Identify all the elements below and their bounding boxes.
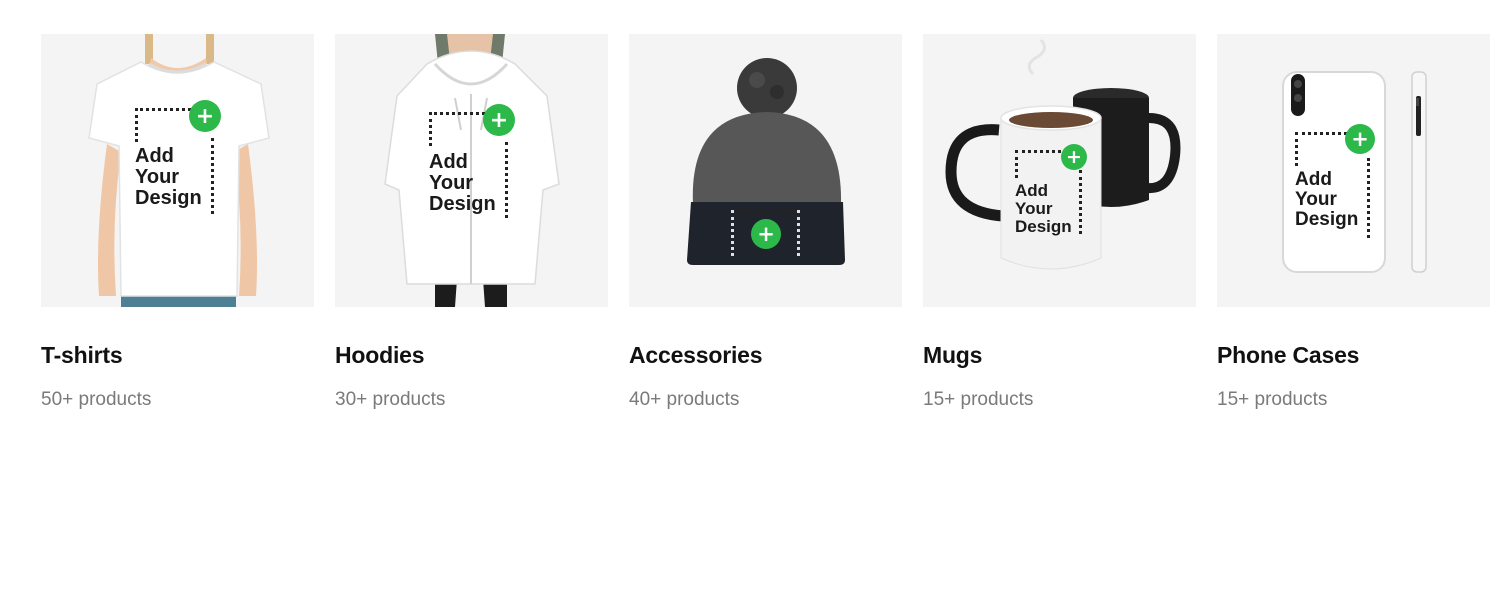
add-your-design-label: Add Your Design bbox=[429, 151, 496, 216]
hoodie-image[interactable]: Add Your Design + bbox=[335, 34, 608, 307]
category-card-mugs[interactable]: Add Your Design + Mugs 15+ products bbox=[923, 34, 1196, 411]
category-title[interactable]: Hoodies bbox=[335, 342, 608, 369]
print-area-top-border bbox=[731, 210, 799, 213]
add-design-area[interactable]: Add Your Design + bbox=[1295, 124, 1381, 244]
print-area-left-border bbox=[1015, 150, 1018, 178]
add-design-plus-icon[interactable]: + bbox=[751, 219, 781, 249]
print-area-left-border bbox=[135, 108, 138, 142]
category-product-count: 50+ products bbox=[41, 389, 152, 410]
category-product-count: 30+ products bbox=[335, 389, 446, 410]
mug-image[interactable]: Add Your Design + bbox=[923, 34, 1196, 307]
print-area-right-border bbox=[505, 142, 508, 218]
print-area-top-border bbox=[429, 112, 491, 115]
print-area-left-border bbox=[429, 112, 432, 146]
category-product-count: 15+ products bbox=[923, 389, 1034, 410]
add-design-plus-icon[interactable]: + bbox=[483, 104, 515, 136]
print-area-top-border bbox=[135, 108, 197, 111]
add-design-area[interactable]: Add Your Design + bbox=[1015, 142, 1095, 242]
category-title[interactable]: T-shirts bbox=[41, 342, 314, 369]
phone-case-image[interactable]: Add Your Design + bbox=[1217, 34, 1490, 307]
print-area-left-border bbox=[1295, 132, 1298, 166]
category-card-tshirts[interactable]: Add Your Design + T-shirts 50+ products bbox=[41, 34, 314, 411]
print-area-right-border bbox=[1079, 170, 1082, 234]
category-product-count: 40+ products bbox=[629, 389, 740, 410]
category-card-phone-cases[interactable]: Add Your Design + Phone Cases 15+ produc… bbox=[1217, 34, 1490, 411]
category-title[interactable]: Mugs bbox=[923, 342, 1196, 369]
print-area-right-border bbox=[211, 138, 214, 214]
print-area-right-border bbox=[1367, 158, 1370, 238]
beanie-image[interactable]: + bbox=[629, 34, 902, 307]
category-grid: Add Your Design + T-shirts 50+ products bbox=[41, 34, 1490, 411]
add-design-area[interactable]: Add Your Design + bbox=[135, 100, 225, 220]
add-design-plus-icon[interactable]: + bbox=[1345, 124, 1375, 154]
category-title[interactable]: Accessories bbox=[629, 342, 902, 369]
add-your-design-label: Add Your Design bbox=[135, 145, 202, 210]
print-area-top-border bbox=[1015, 150, 1067, 153]
add-your-design-label: Add Your Design bbox=[1015, 181, 1072, 237]
print-area-left-border bbox=[731, 210, 734, 256]
print-area-right-border bbox=[797, 210, 800, 256]
print-area-top-border bbox=[1295, 132, 1353, 135]
add-design-plus-icon[interactable]: + bbox=[189, 100, 221, 132]
category-card-accessories[interactable]: + Accessories 40+ products bbox=[629, 34, 902, 411]
add-design-area[interactable]: + bbox=[731, 210, 803, 258]
tshirt-image[interactable]: Add Your Design + bbox=[41, 34, 314, 307]
category-title[interactable]: Phone Cases bbox=[1217, 342, 1490, 369]
add-your-design-label: Add Your Design bbox=[1295, 169, 1359, 231]
category-product-count: 15+ products bbox=[1217, 389, 1328, 410]
add-design-plus-icon[interactable]: + bbox=[1061, 144, 1087, 170]
add-design-area[interactable]: Add Your Design + bbox=[429, 104, 519, 224]
category-card-hoodies[interactable]: Add Your Design + Hoodies 30+ products bbox=[335, 34, 608, 411]
